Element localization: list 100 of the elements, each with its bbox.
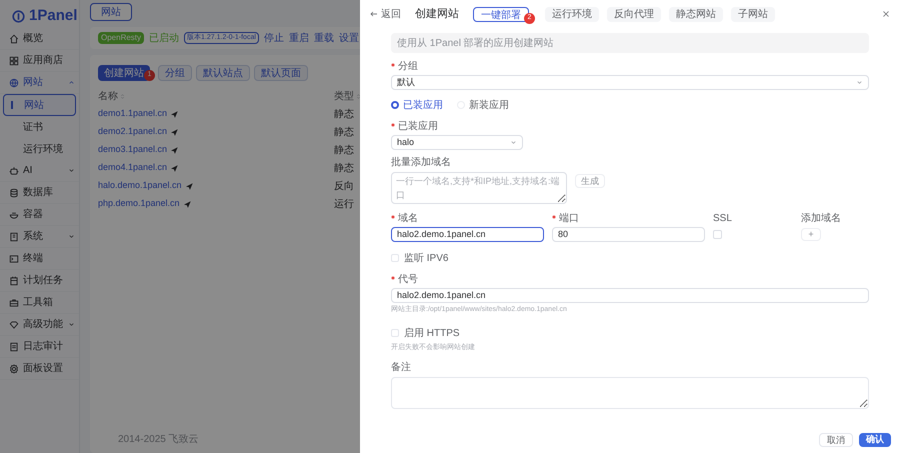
calendar-icon <box>9 276 19 286</box>
back-button[interactable]: 返回 <box>370 6 401 22</box>
required-icon <box>391 214 395 218</box>
alias-input[interactable]: halo2.demo.1panel.cn <box>391 288 869 303</box>
table-cell-text: 反向 <box>334 180 355 194</box>
send-icon <box>171 110 178 118</box>
generate-button[interactable]: 生成 <box>575 174 605 188</box>
collapse-icon <box>68 79 75 86</box>
document-icon <box>9 342 19 352</box>
site-link[interactable]: demo1.1panel.cn <box>98 107 168 121</box>
gear-icon <box>9 364 19 374</box>
toolbox-icon <box>9 298 19 308</box>
chevron-down-icon <box>856 79 863 86</box>
sidebar-item[interactable]: 面板设置 <box>0 358 79 380</box>
table-cell-text: 静态 <box>334 162 355 176</box>
page-tab[interactable]: 网站 <box>90 3 132 21</box>
copyright-text: 2014-2025 飞致云 <box>118 433 199 447</box>
required-icon <box>391 122 395 126</box>
sidebar-subitem[interactable]: 证书 <box>3 116 76 138</box>
radio-option[interactable]: 新装应用 <box>457 98 509 112</box>
back-arrow-icon <box>370 10 378 18</box>
sort-icon <box>356 92 360 100</box>
sidebar-item[interactable]: 高级功能 <box>0 314 79 336</box>
expand-icon <box>68 167 75 174</box>
table-cell-text: 运行 <box>334 198 355 212</box>
database-icon <box>9 188 19 198</box>
grid-icon <box>9 56 19 66</box>
checkbox[interactable] <box>713 230 722 239</box>
sidebar-item[interactable]: 工具箱 <box>0 292 79 314</box>
toolbar-button[interactable]: 默认页面 <box>254 65 308 81</box>
footer-button[interactable]: 取消 <box>819 433 853 447</box>
app-name-tag: OpenResty <box>98 32 144 44</box>
sidebar-item[interactable]: 应用商店 <box>0 50 79 72</box>
field-label: 已装应用 <box>391 120 869 132</box>
field-label: 分组 <box>391 60 869 72</box>
drawer-tab[interactable]: 静态网站 <box>669 6 723 22</box>
site-link[interactable]: demo4.1panel.cn <box>98 161 168 175</box>
sidebar-item[interactable]: 容器 <box>0 204 79 226</box>
toolbar-button[interactable]: 分组 <box>158 65 192 81</box>
field-label: SSL <box>713 212 733 224</box>
expand-icon <box>68 233 75 240</box>
remark-textarea[interactable] <box>391 377 869 409</box>
checkbox-option[interactable]: 监听 IPV6 <box>391 252 869 264</box>
field-label: 域名 <box>391 212 544 224</box>
field-label: 添加域名 <box>801 212 842 224</box>
sidebar-item[interactable]: AI <box>0 160 79 182</box>
action-link[interactable]: 停止 <box>264 30 284 46</box>
add-button[interactable]: + <box>801 228 821 241</box>
required-icon <box>552 214 556 218</box>
sidebar-subitem[interactable]: 运行环境 <box>3 138 76 160</box>
drawer-tab[interactable]: 反向代理 <box>607 6 661 22</box>
radio-option[interactable]: 已装应用 <box>391 98 443 112</box>
action-link[interactable]: 重启 <box>288 30 309 46</box>
domains-textarea[interactable]: 一行一个域名,支持*和IP地址,支持域名:端口 <box>391 172 567 204</box>
sidebar-item[interactable]: 日志审计 <box>0 336 79 358</box>
site-link[interactable]: demo2.1panel.cn <box>98 125 168 139</box>
table-cell-text: 静态 <box>334 144 355 158</box>
sidebar-subitem[interactable]: 网站 <box>3 94 76 116</box>
send-icon <box>186 182 193 190</box>
column-header[interactable]: 名称 <box>98 88 118 104</box>
diamond-icon <box>9 320 19 330</box>
action-link[interactable]: 设置 <box>338 30 359 46</box>
sidebar-item[interactable]: 计划任务 <box>0 270 79 292</box>
footer-button[interactable]: 确认 <box>859 433 891 447</box>
site-link[interactable]: halo.demo.1panel.cn <box>98 179 182 193</box>
bowl-icon <box>9 210 19 220</box>
drawer-title: 创建网站 <box>415 6 459 22</box>
send-icon <box>171 146 178 154</box>
drawer-tab[interactable]: 一键部署 <box>473 6 529 22</box>
required-icon <box>391 62 395 66</box>
drawer-tab[interactable]: 运行环境 <box>545 6 599 22</box>
send-icon <box>184 200 191 208</box>
field-label: 端口 <box>552 212 705 224</box>
column-header[interactable]: 类型 <box>334 88 354 104</box>
close-icon <box>882 10 890 18</box>
table-cell-text: 静态 <box>334 126 355 140</box>
sidebar-item[interactable]: 系统 <box>0 226 79 248</box>
sidebar-item[interactable]: 概览 <box>0 28 79 50</box>
sidebar-item[interactable]: 数据库 <box>0 182 79 204</box>
logo-icon <box>12 10 25 22</box>
field-label: 备注 <box>391 361 412 373</box>
required-icon <box>391 276 395 280</box>
port-input[interactable]: 80 <box>552 227 705 242</box>
group-select[interactable]: 默认 <box>391 75 869 90</box>
field-label: 批量添加域名 <box>391 156 452 168</box>
site-link[interactable]: php.demo.1panel.cn <box>98 197 180 211</box>
robot-icon <box>9 166 19 176</box>
drawer-tab[interactable]: 子网站 <box>731 6 775 22</box>
send-icon <box>171 128 178 136</box>
table-cell-text: 静态 <box>334 108 355 122</box>
sidebar-item[interactable]: 终端 <box>0 248 79 270</box>
toolbar-button[interactable]: 默认站点 <box>196 65 250 81</box>
domain-input[interactable]: halo2.demo.1panel.cn <box>391 227 544 242</box>
home-icon <box>9 34 19 44</box>
site-link[interactable]: demo3.1panel.cn <box>98 143 168 157</box>
checkbox-option[interactable]: 启用 HTTPS <box>391 327 869 339</box>
app-select[interactable]: halo <box>391 135 523 150</box>
action-link[interactable]: 重载 <box>314 30 334 46</box>
send-icon <box>171 164 178 172</box>
globe-icon <box>9 78 19 88</box>
